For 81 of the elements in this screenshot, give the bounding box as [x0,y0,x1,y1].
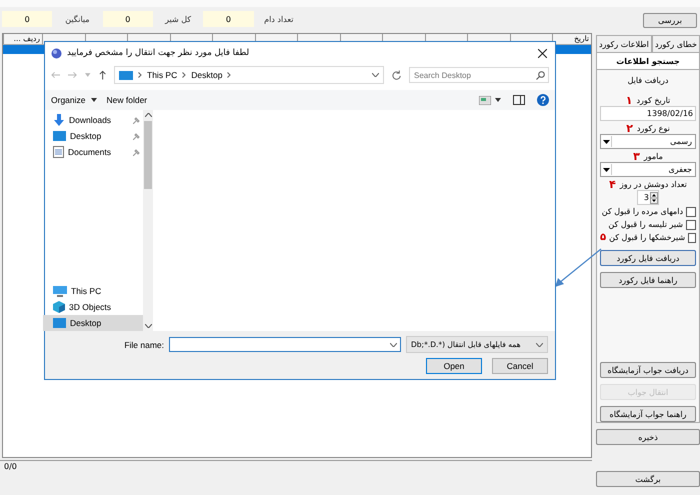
open-button[interactable]: Open [426,358,482,374]
tab[interactable]: خطای رکورد [652,35,700,52]
breadcrumb[interactable]: This PC [147,70,178,80]
checkbox-label: شیر تلیسه را قبول کن [608,220,683,229]
step-number: ۴ [609,178,616,191]
stat-field: 0 [203,11,254,27]
status-text: 0/0 [0,460,592,473]
search-icon [536,70,546,80]
checkbox[interactable] [688,232,696,242]
chevron-icon [138,72,142,78]
lab-button[interactable]: راهنما جواب آزمایشگاه [600,406,696,422]
close-button[interactable] [536,46,549,60]
save-button[interactable]: ذخیره [596,429,700,445]
scrollbar[interactable] [143,110,153,331]
checkbox[interactable] [686,220,696,230]
scroll-up-icon[interactable] [144,113,152,117]
nav-item[interactable]: Downloads [43,112,143,128]
toolbar-button[interactable]: New folder [106,95,154,105]
download-arrow-icon [53,114,65,126]
step-number: ۱ [626,94,632,107]
field-label: مامور [644,152,663,161]
nav-item[interactable]: Documents [43,144,143,160]
pin-icon[interactable] [133,116,140,124]
dialog-title: لطفا فایل مورد نظر جهت انتقال را مشخص فرمایید [67,48,250,58]
nav-item[interactable]: Desktop [43,315,143,331]
file-name-field[interactable] [169,337,401,352]
desktop-icon [53,318,66,328]
toolbar-button[interactable]: Organize [51,95,102,105]
field-label: نوع رکورد [636,124,670,133]
date-field[interactable]: 1398/02/16 [600,106,696,121]
tab[interactable]: اطلاعات رکورد [596,35,652,52]
step-number: ۲ [626,122,633,135]
field-label: تاریخ کورد [636,96,670,105]
field-label: تعداد دوشش در روز [620,180,687,189]
view-icon[interactable] [479,96,491,104]
step-number: ۳ [633,150,640,163]
panel-button[interactable]: راهنما فایل رکورد [600,272,696,288]
nav-item[interactable]: 3D Objects [43,299,143,315]
desktop-icon [119,70,134,80]
caret-icon[interactable] [90,98,96,102]
field-label: File name: [124,340,164,350]
tab[interactable]: جستجو اطلاعات [596,52,700,69]
arrow [553,247,603,289]
checkbox-label: شیرخشکها را قبول کن [609,233,686,242]
step-number: ۵ [600,232,606,243]
panel-title: دریافت فایل [626,76,670,85]
checkbox[interactable] [686,206,696,216]
breadcrumb[interactable]: Desktop [191,70,222,80]
dropdown[interactable]: رسمی [600,134,696,149]
globe-icon [51,48,62,58]
cube-icon [53,301,65,313]
nav-item[interactable]: This PC [43,283,143,299]
nav-item[interactable]: Desktop [43,128,143,144]
stat-field: 0 [102,11,153,27]
monitor-icon [53,286,67,296]
lab-button[interactable]: دریافت جواب آزمایشگاه [600,362,696,378]
pin-icon[interactable] [133,132,140,140]
help-icon[interactable] [537,94,549,106]
up-arrow-icon[interactable] [98,70,106,80]
checkbox-label: دامهای مرده را قبول کن [602,207,683,216]
scroll-down-icon[interactable] [144,324,152,328]
stat-label: تعداد دام [263,14,294,24]
spin-field[interactable]: 3 [637,190,659,205]
spin-arrows-icon[interactable] [650,192,658,204]
dropdown[interactable]: جعفری [600,162,696,177]
chevron-icon [182,72,186,78]
desktop-icon [53,131,66,141]
document-icon [53,146,64,158]
stat-label: کل شیر [164,14,192,24]
search-field[interactable]: Search Desktop [409,67,550,83]
stat-label: میانگین [64,14,91,24]
preview-pane-icon[interactable] [513,95,525,105]
stat-field: 0 [2,11,52,27]
caret-icon[interactable] [495,98,501,102]
cancel-button[interactable]: Cancel [492,358,548,374]
pin-icon[interactable] [133,148,140,156]
check-button[interactable]: بررسی [643,13,697,28]
panel-button[interactable]: دریافت فایل رکورد [600,250,696,266]
chevron-icon[interactable] [227,72,232,78]
back-button[interactable]: برگشت [596,471,700,487]
refresh-icon[interactable] [392,70,402,80]
